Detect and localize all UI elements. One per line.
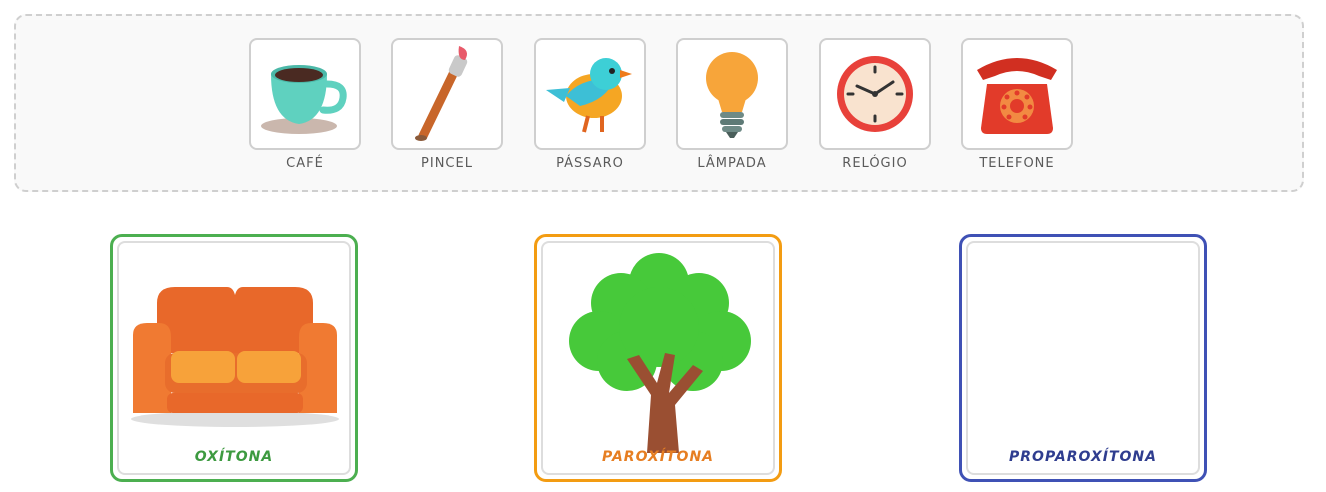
word-bank: CAFÉ PINCEL PÁSSARO LÂMPADA RELÓGIO TELE… [14,14,1304,192]
paintbrush-icon [415,46,468,141]
card-label-passaro: PÁSSARO [556,156,624,171]
card-label-pincel: PINCEL [421,156,473,171]
tree-icon [569,253,751,453]
card-label-relogio: RELÓGIO [842,156,908,171]
dropzone-paroxitona[interactable]: PAROXÍTONA [534,234,782,482]
card-relogio[interactable] [819,38,931,150]
coffee-cup-icon [261,65,347,134]
sofa-icon [131,287,339,427]
dropzone-oxitona[interactable]: OXÍTONA [110,234,358,482]
card-cafe[interactable] [249,38,361,150]
card-label-lampada: LÂMPADA [697,156,767,171]
dropzone-inner-border [966,241,1200,475]
telephone-icon [977,58,1057,134]
lightbulb-icon [706,52,758,138]
card-label-cafe: CAFÉ [286,156,324,171]
dropzone-proparoxitona[interactable]: PROPAROXÍTONA [959,234,1207,482]
dropzone-label-oxitona: OXÍTONA [194,449,274,465]
card-label-telefone: TELEFONE [979,156,1055,171]
bird-icon [546,58,632,133]
dropzone-label-paroxitona: PAROXÍTONA [602,449,714,465]
clock-icon [837,56,913,132]
card-lampada[interactable] [676,38,788,150]
dropzone-label-proparoxitona: PROPAROXÍTONA [1009,449,1157,465]
card-telefone[interactable] [961,38,1073,150]
card-passaro[interactable] [534,38,646,150]
card-pincel[interactable] [391,38,503,150]
